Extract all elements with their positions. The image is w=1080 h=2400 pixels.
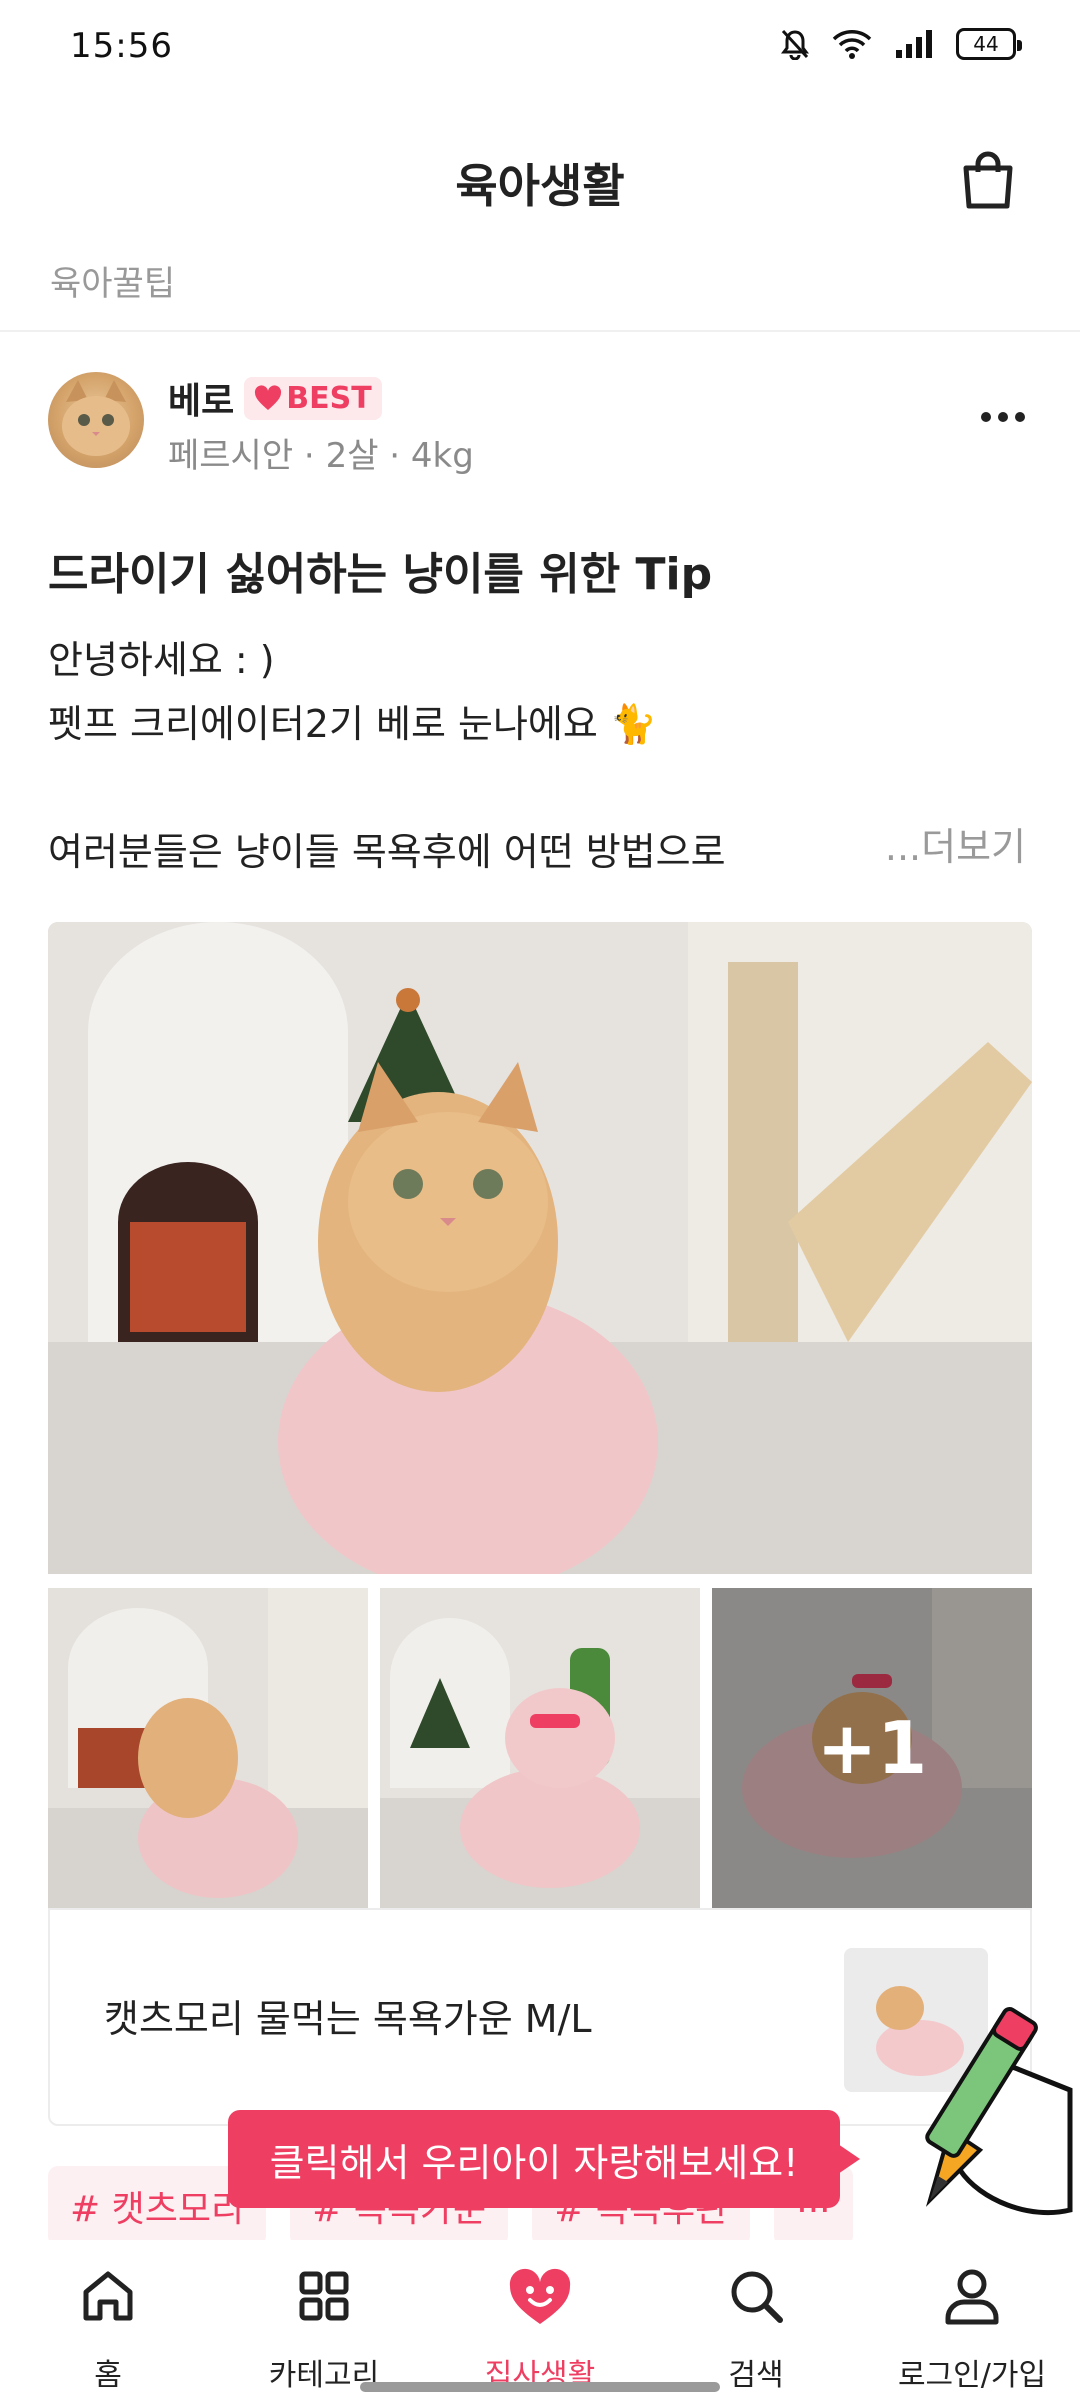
photo-thumbnail[interactable] (48, 1588, 368, 1908)
main-photo[interactable] (48, 922, 1032, 1574)
shopping-bag-icon (963, 151, 1013, 209)
grid-icon (292, 2264, 356, 2328)
best-badge-label: BEST (286, 380, 372, 416)
nav-item-login[interactable]: 로그인/가입 (864, 2240, 1080, 2400)
app-header: 육아생활 (0, 120, 1080, 240)
author-weight: 4kg (410, 436, 474, 476)
post-line (48, 756, 1038, 820)
author-meta: 페르시안 · 2살 · 4kg (168, 436, 474, 476)
more-dot-icon (981, 412, 991, 422)
cat-face-icon (62, 380, 130, 456)
battery-level: 44 (973, 32, 999, 56)
page-title: 육아생활 (455, 159, 625, 213)
post-line: 안녕하세요 : ) (48, 638, 275, 682)
read-more-link[interactable]: ...더보기 (885, 816, 1026, 871)
photo-thumbnail[interactable] (380, 1588, 700, 1908)
search-icon (724, 2264, 788, 2328)
battery-icon: 44 (956, 28, 1022, 60)
divider (0, 330, 1080, 332)
product-card[interactable]: 캣츠모리 물먹는 목욕가운 M/L (48, 1908, 1032, 2126)
status-time: 15:56 (70, 26, 173, 66)
post-title: 드라이기 싫어하는 냥이를 위한 Tip (48, 549, 713, 600)
home-icon (76, 2264, 140, 2328)
nav-label: 검색 (728, 2358, 784, 2393)
post-author: 베로 BEST 페르시안 · 2살 · 4kg (48, 372, 1038, 476)
nav-label: 홈 (94, 2358, 122, 2393)
write-prompt-tooltip[interactable]: 클릭해서 우리아이 자랑해보세요! (228, 2110, 860, 2208)
nav-item-category[interactable]: 카테고리 (216, 2240, 432, 2400)
bottom-nav: 홈 카테고리 집사생활 검색 로그인/가입 (0, 2240, 1080, 2400)
author-name[interactable]: 베로 (168, 372, 234, 424)
pencil-hand-icon (925, 2007, 1073, 2216)
shopping-bag-button[interactable] (948, 140, 1028, 220)
nav-label: 로그인/가입 (897, 2358, 1047, 2393)
signal-icon (896, 30, 932, 58)
mute-icon (781, 29, 809, 60)
more-dot-icon (1015, 412, 1025, 422)
status-icons: 44 (780, 28, 1022, 60)
photo-thumbnails: +1 (48, 1588, 1032, 1908)
heart-icon (255, 385, 282, 410)
heart-face-icon (508, 2264, 572, 2328)
cat-photo-illustration (48, 1588, 368, 1908)
avatar[interactable] (48, 372, 144, 468)
author-age: 2살 (325, 436, 379, 476)
home-indicator[interactable] (360, 2382, 720, 2392)
nav-item-home[interactable]: 홈 (0, 2240, 216, 2400)
nav-item-pet-life[interactable]: 집사생활 (432, 2240, 648, 2400)
more-photos-count: +1 (712, 1588, 1032, 1908)
best-badge: BEST (244, 376, 382, 420)
cat-photo-illustration (380, 1588, 700, 1908)
breadcrumb[interactable]: 육아꿀팁 (50, 256, 175, 305)
nav-item-search[interactable]: 검색 (648, 2240, 864, 2400)
status-bar: 15:56 44 (0, 0, 1080, 96)
cat-photo-illustration (48, 922, 1032, 1574)
post-line: 펫프 크리에이터2기 베로 눈나에요 🐈 (48, 702, 658, 746)
write-post-button[interactable] (900, 1980, 1080, 2230)
more-options-button[interactable] (968, 392, 1038, 442)
person-icon (940, 2264, 1004, 2328)
more-dot-icon (998, 412, 1008, 422)
author-breed: 페르시안 (168, 436, 294, 476)
wifi-icon (832, 30, 872, 59)
author-name-row: 베로 BEST (168, 372, 382, 424)
product-name: 캣츠모리 물먹는 목욕가운 M/L (104, 1997, 592, 2041)
photo-thumbnail-more[interactable]: +1 (712, 1588, 1032, 1908)
